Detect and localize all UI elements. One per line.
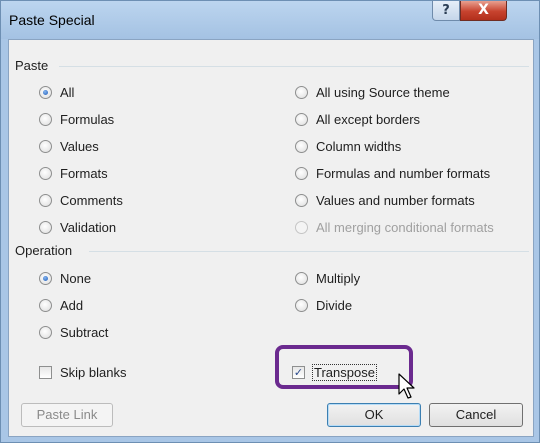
paste-link-button: Paste Link xyxy=(21,403,113,427)
checkmark-icon[interactable]: ✓ xyxy=(292,365,305,379)
radio-button-icon[interactable] xyxy=(39,271,52,285)
radio-button-icon[interactable] xyxy=(39,85,52,99)
radio-operation-none[interactable]: None xyxy=(39,269,91,287)
radio-button-icon[interactable] xyxy=(39,166,52,180)
operation-group-label: Operation xyxy=(15,243,73,258)
radio-paste-validation[interactable]: Validation xyxy=(39,218,116,236)
radio-button-icon[interactable] xyxy=(39,193,52,207)
radio-label: Subtract xyxy=(60,324,109,340)
radio-label: Values and number formats xyxy=(316,192,475,208)
radio-paste-values[interactable]: Values xyxy=(39,137,99,155)
radio-paste-formulas[interactable]: Formulas xyxy=(39,110,114,128)
radio-operation-divide[interactable]: Divide xyxy=(295,296,352,314)
radio-label: Multiply xyxy=(316,270,361,286)
radio-label: All except borders xyxy=(316,111,421,127)
radio-button-icon[interactable] xyxy=(39,220,52,234)
radio-label: None xyxy=(60,270,92,286)
radio-button-icon[interactable] xyxy=(295,166,308,180)
paste-group-label: Paste xyxy=(15,58,49,73)
help-button[interactable]: ? xyxy=(432,1,460,21)
operation-group-divider xyxy=(89,251,529,252)
close-icon: X xyxy=(478,2,489,18)
radio-button-icon[interactable] xyxy=(39,325,52,339)
dialog-body: Paste All Formulas Values Formats Commen… xyxy=(8,39,534,437)
radio-label: Values xyxy=(60,138,99,154)
radio-paste-all-merging-conditional-formats: All merging conditional formats xyxy=(295,218,494,236)
radio-label: Formulas xyxy=(60,111,115,127)
radio-button-icon[interactable] xyxy=(295,112,308,126)
radio-paste-comments[interactable]: Comments xyxy=(39,191,123,209)
checkbox-icon[interactable] xyxy=(39,365,52,379)
radio-button-icon[interactable] xyxy=(39,139,52,153)
paste-group-divider xyxy=(59,66,529,67)
radio-button-icon xyxy=(295,220,308,234)
radio-paste-values-and-number-formats[interactable]: Values and number formats xyxy=(295,191,475,209)
radio-paste-formulas-and-number-formats[interactable]: Formulas and number formats xyxy=(295,164,490,182)
radio-label: All merging conditional formats xyxy=(316,219,494,235)
radio-button-icon[interactable] xyxy=(39,298,52,312)
radio-label: All xyxy=(60,84,75,100)
checkbox-label: Skip blanks xyxy=(60,364,127,380)
radio-label: Divide xyxy=(316,297,353,313)
radio-label: Column widths xyxy=(316,138,402,154)
cancel-button[interactable]: Cancel xyxy=(429,403,523,427)
radio-label: Add xyxy=(60,297,84,313)
title-bar[interactable]: Paste Special ? X xyxy=(1,1,539,39)
radio-label: All using Source theme xyxy=(316,84,450,100)
radio-button-icon[interactable] xyxy=(295,193,308,207)
checkbox-label: Transpose xyxy=(312,363,377,381)
close-button[interactable]: X xyxy=(460,1,507,21)
radio-paste-column-widths[interactable]: Column widths xyxy=(295,137,401,155)
mouse-cursor-icon xyxy=(398,373,415,399)
radio-paste-formats[interactable]: Formats xyxy=(39,164,108,182)
radio-label: Validation xyxy=(60,219,117,235)
skip-blanks-checkbox[interactable]: Skip blanks xyxy=(39,363,126,381)
radio-paste-all[interactable]: All xyxy=(39,83,74,101)
radio-button-icon[interactable] xyxy=(295,298,308,312)
radio-button-icon[interactable] xyxy=(39,112,52,126)
dialog-title: Paste Special xyxy=(9,12,95,28)
radio-label: Formats xyxy=(60,165,108,181)
radio-label: Formulas and number formats xyxy=(316,165,491,181)
radio-operation-add[interactable]: Add xyxy=(39,296,83,314)
radio-operation-subtract[interactable]: Subtract xyxy=(39,323,108,341)
radio-paste-all-using-source-theme[interactable]: All using Source theme xyxy=(295,83,450,101)
radio-paste-all-except-borders[interactable]: All except borders xyxy=(295,110,420,128)
radio-button-icon[interactable] xyxy=(295,139,308,153)
radio-button-icon[interactable] xyxy=(295,85,308,99)
ok-button[interactable]: OK xyxy=(327,403,421,427)
radio-button-icon[interactable] xyxy=(295,271,308,285)
paste-special-dialog: Paste Special ? X Paste All Formulas Val… xyxy=(0,0,540,443)
radio-operation-multiply[interactable]: Multiply xyxy=(295,269,360,287)
radio-label: Comments xyxy=(60,192,123,208)
help-icon: ? xyxy=(442,3,450,18)
transpose-checkbox[interactable]: ✓ Transpose xyxy=(292,363,377,381)
